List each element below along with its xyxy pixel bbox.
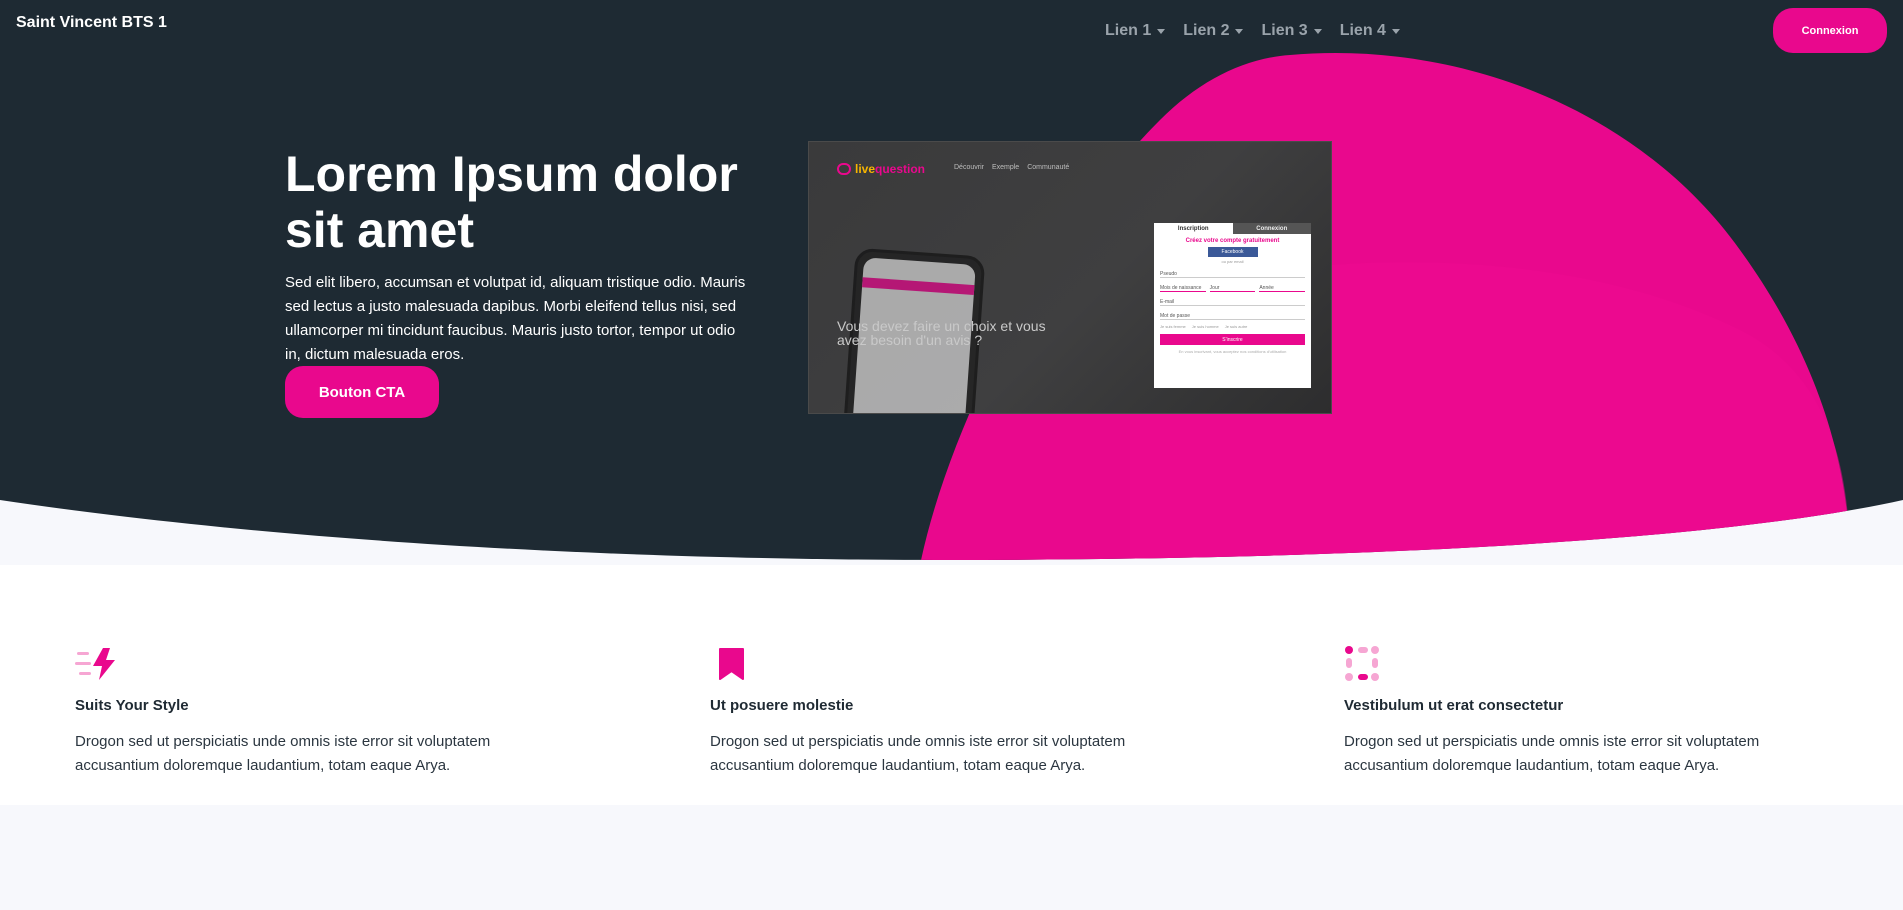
- mockup-nav-item: Découvrir: [954, 164, 984, 171]
- livequestion-logo: live question: [837, 162, 925, 176]
- submit-button-mockup: S'inscrire: [1160, 334, 1305, 345]
- nav-item-label: Lien 3: [1261, 22, 1308, 39]
- nav-item-lien-2[interactable]: Lien 2: [1183, 22, 1244, 40]
- nav-item-label: Lien 2: [1183, 22, 1230, 39]
- main-nav: Lien 1 Lien 2 Lien 3 Lien 4: [1105, 22, 1400, 40]
- tab-connexion: Connexion: [1232, 223, 1311, 234]
- pseudo-field: Pseudo: [1160, 268, 1305, 278]
- feature-card: Suits Your Style Drogon sed ut perspicia…: [75, 646, 555, 778]
- caret-down-icon: [1157, 28, 1166, 34]
- features-section: Suits Your Style Drogon sed ut perspicia…: [0, 565, 1903, 805]
- caret-down-icon: [1313, 28, 1322, 34]
- mockup-nav: Découvrir Exemple Communauté: [954, 164, 1069, 171]
- legal-text: En vous inscrivant, vous acceptez nos co…: [1178, 349, 1287, 354]
- dots-circle-icon: [1345, 646, 1379, 681]
- feature-title: Ut posuere molestie: [710, 697, 854, 714]
- birth-year-select: Année: [1259, 282, 1306, 292]
- cta-button[interactable]: Bouton CTA: [285, 366, 439, 418]
- tab-inscription: Inscription: [1154, 223, 1233, 234]
- birth-day-select: Jour: [1209, 282, 1256, 292]
- caret-down-icon: [1235, 28, 1244, 34]
- hero-section: Saint Vincent BTS 1 Lien 1 Lien 2 Lien 3…: [0, 0, 1903, 565]
- login-button[interactable]: Connexion: [1773, 8, 1887, 53]
- feature-text: Drogon sed ut perspiciatis unde omnis is…: [1344, 733, 1760, 774]
- radio-option: Je suis homme: [1191, 324, 1219, 329]
- feature-title: Suits Your Style: [75, 697, 189, 714]
- password-field: Mot de passe: [1160, 310, 1305, 320]
- feature-text: Drogon sed ut perspiciatis unde omnis is…: [710, 733, 1126, 774]
- birth-month-select: Mois de naissance: [1160, 282, 1206, 292]
- lightning-icon: [75, 648, 115, 680]
- brand-logo[interactable]: Saint Vincent BTS 1: [16, 14, 167, 32]
- hero-description: Sed elit libero, accumsan et volutpat id…: [285, 274, 746, 363]
- email-field: E-mail: [1160, 296, 1305, 306]
- caret-down-icon: [1391, 28, 1400, 34]
- form-title: Créez votre compte gratuitement: [1185, 238, 1280, 244]
- mockup-nav-item: Exemple: [991, 164, 1020, 171]
- logo-part-1: live: [855, 162, 876, 176]
- facebook-button: Facebook: [1207, 247, 1258, 257]
- app-screenshot: live question Découvrir Exemple Communaut…: [808, 141, 1332, 414]
- form-separator: ou par email: [1221, 259, 1244, 264]
- nav-item-lien-4[interactable]: Lien 4: [1340, 22, 1400, 40]
- feature-text: Drogon sed ut perspiciatis unde omnis is…: [75, 733, 491, 774]
- mockup-nav-item: Communauté: [1027, 164, 1070, 171]
- signup-form-mockup: Inscription Connexion Créez votre compte…: [1154, 223, 1311, 388]
- nav-item-lien-3[interactable]: Lien 3: [1261, 22, 1322, 40]
- nav-item-lien-1[interactable]: Lien 1: [1105, 22, 1166, 40]
- hero-title: Lorem Ipsum dolor sit amet: [285, 146, 738, 258]
- mockup-tagline: Vous devez faire un choix et vous avez b…: [837, 318, 1046, 348]
- feature-card: Vestibulum ut erat consectetur Drogon se…: [1344, 646, 1824, 778]
- radio-option: Je suis femme: [1160, 324, 1186, 329]
- radio-option: Je suis autre: [1224, 324, 1248, 329]
- bookmark-icon: [719, 648, 744, 680]
- chat-bubble-icon: [837, 163, 851, 175]
- logo-part-2: question: [875, 162, 926, 176]
- feature-card: Ut posuere molestie Drogon sed ut perspi…: [710, 646, 1190, 778]
- feature-title: Vestibulum ut erat consectetur: [1344, 697, 1564, 714]
- nav-item-label: Lien 4: [1339, 22, 1386, 39]
- nav-item-label: Lien 1: [1105, 22, 1152, 39]
